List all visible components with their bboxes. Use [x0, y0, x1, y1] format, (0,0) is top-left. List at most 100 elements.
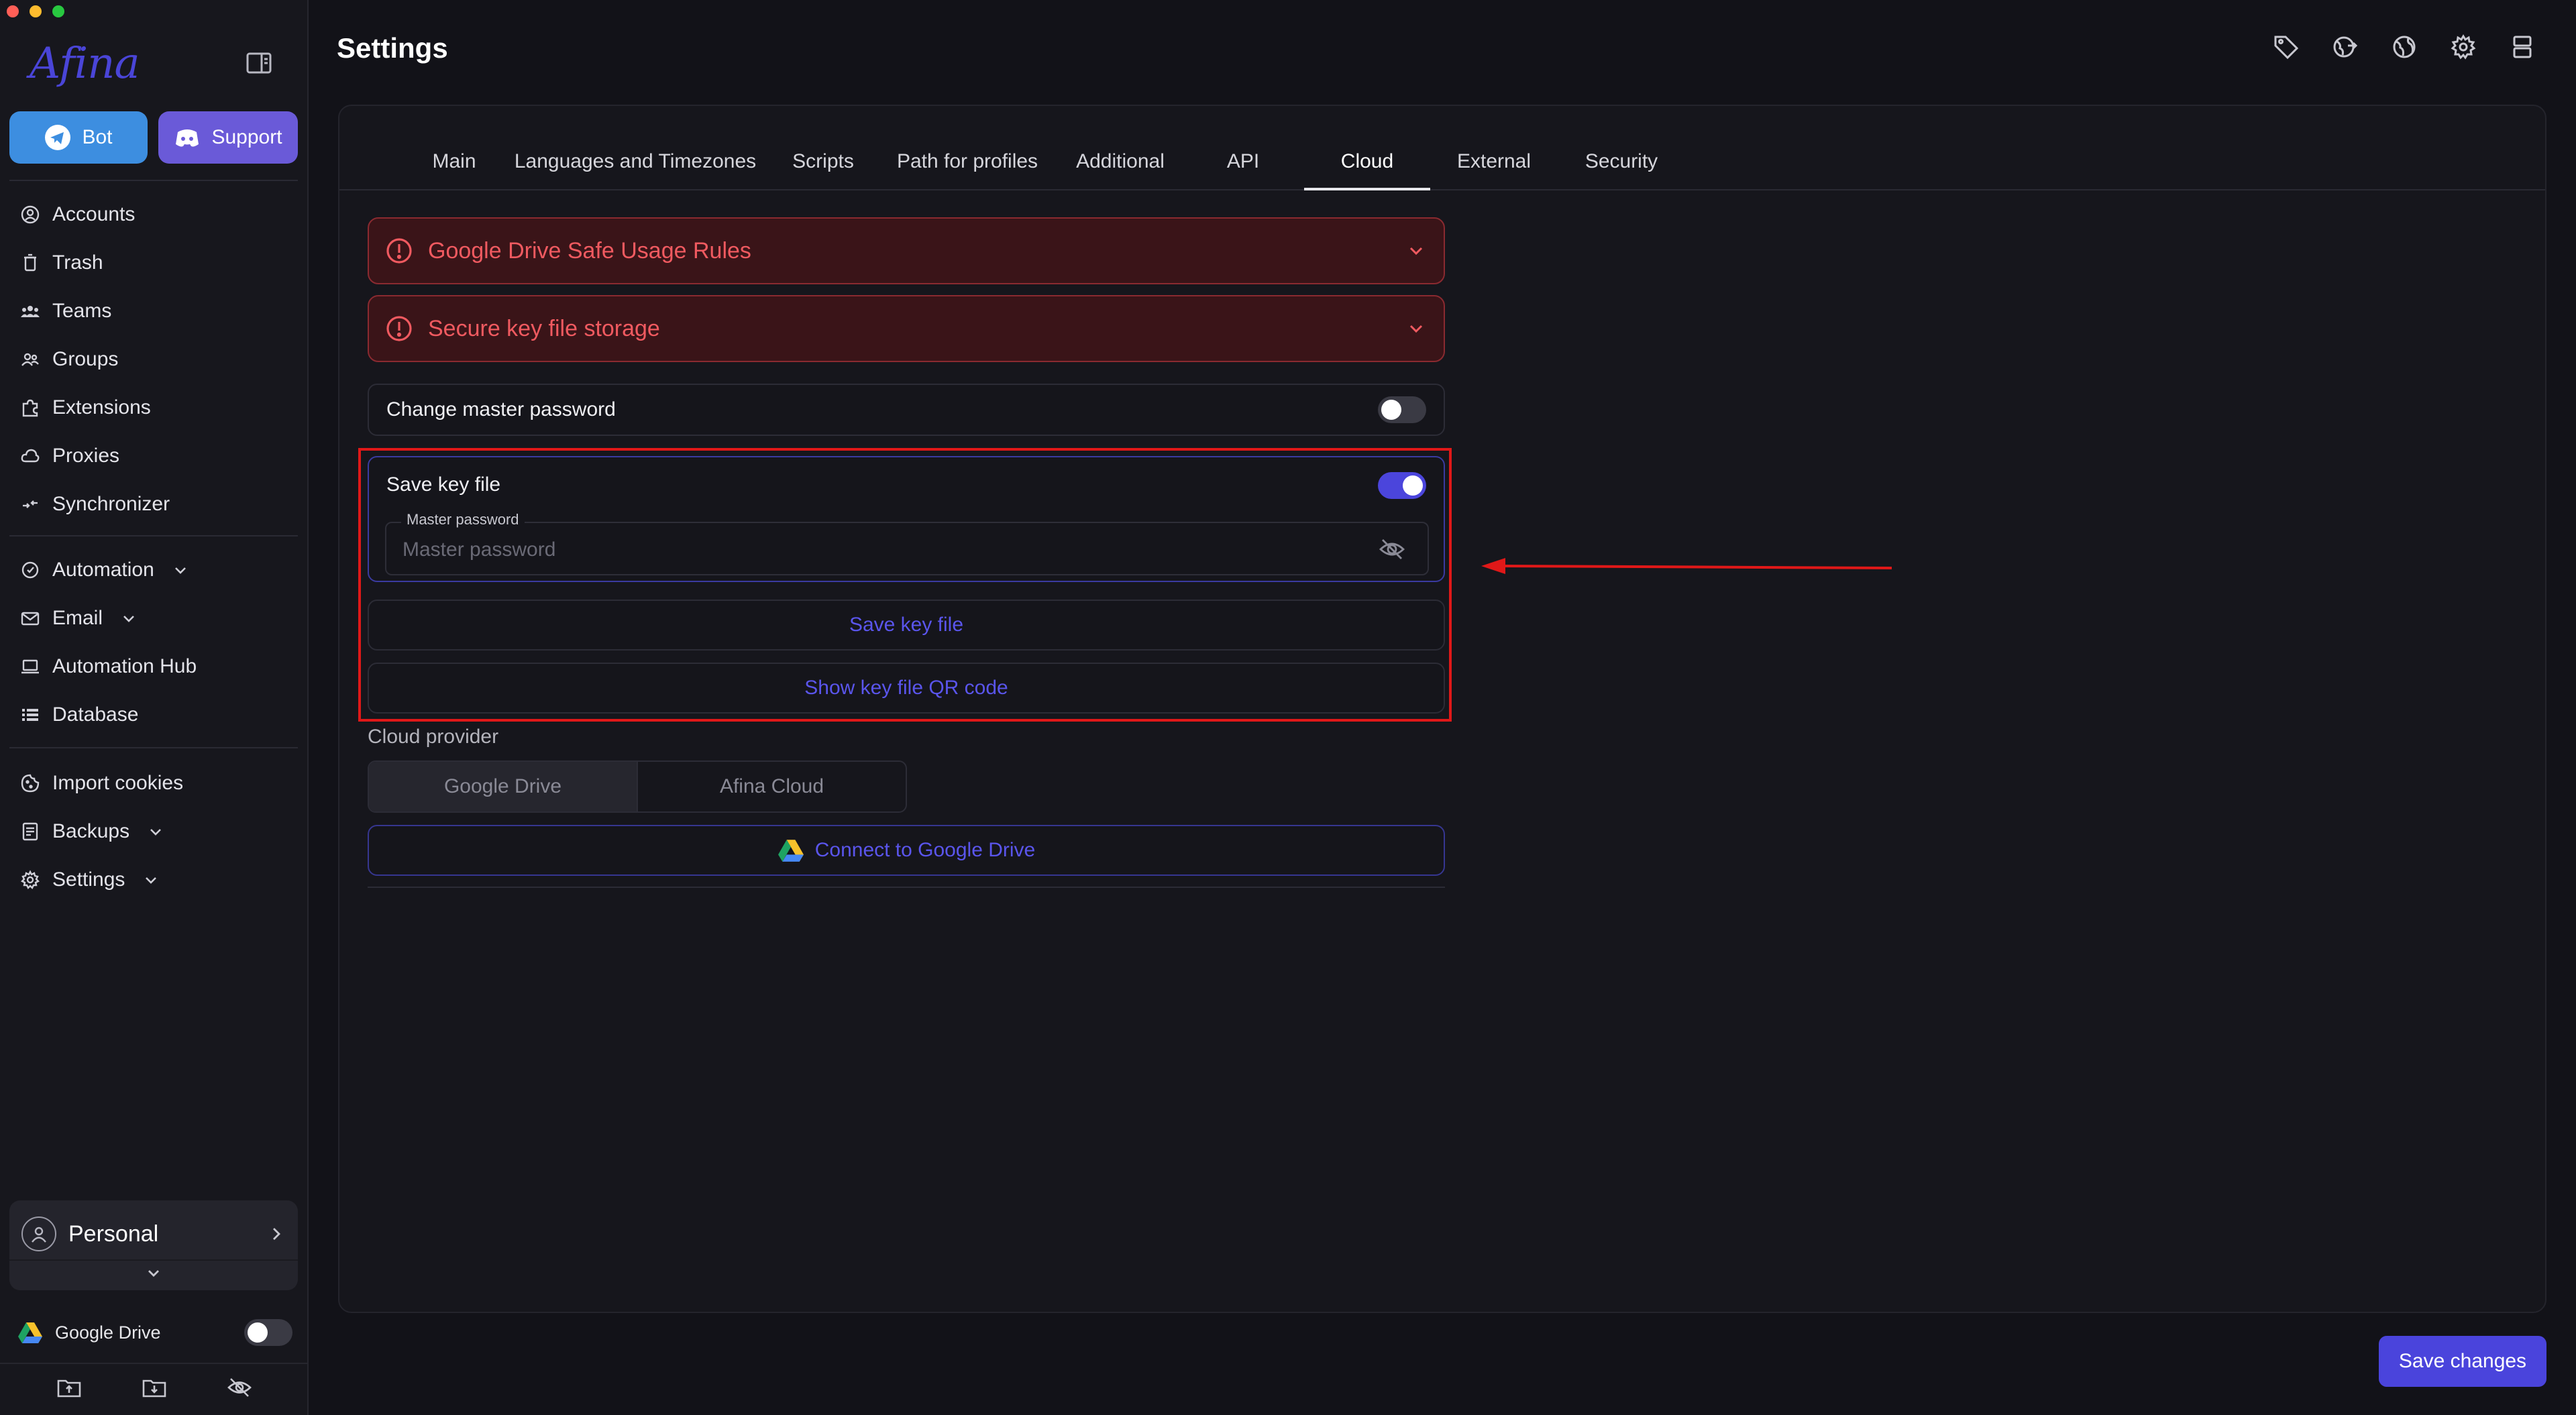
google-drive-icon	[18, 1322, 42, 1343]
cloud-provider-selector: Google Drive Afina Cloud	[368, 760, 907, 813]
sidebar-item-extensions[interactable]: Extensions	[20, 389, 151, 427]
backup-icon	[22, 822, 38, 841]
folder-upload-icon[interactable]	[56, 1375, 82, 1400]
bot-button-label: Bot	[82, 126, 113, 148]
provider-afina-cloud[interactable]: Afina Cloud	[637, 762, 906, 811]
sidebar-item-label: Groups	[52, 348, 119, 370]
connect-google-drive-label: Connect to Google Drive	[814, 839, 1036, 861]
app-logo: Afina	[30, 39, 140, 89]
cloud-icon	[21, 449, 40, 463]
sidebar-item-label: Teams	[52, 300, 112, 322]
support-button[interactable]: Support	[158, 111, 298, 164]
change-master-password-toggle[interactable]	[1378, 396, 1426, 423]
close-window-button[interactable]	[7, 5, 19, 17]
teams-icon	[21, 306, 40, 317]
chevron-down-icon	[123, 616, 134, 622]
google-drive-icon	[777, 840, 804, 862]
user-icon	[32, 1227, 46, 1243]
maximize-window-button[interactable]	[52, 5, 64, 17]
cloud-provider-label: Cloud provider	[368, 726, 499, 748]
sidebar-item-label: Backups	[52, 820, 130, 842]
sidebar-item-backups[interactable]: Backups	[20, 813, 166, 850]
alert-title: Google Drive Safe Usage Rules	[428, 237, 751, 264]
sidebar-item-synchronizer[interactable]: Synchronizer	[20, 486, 170, 523]
section-divider	[368, 887, 1445, 888]
sidebar-item-trash[interactable]: Trash	[20, 244, 103, 282]
eye-off-icon[interactable]	[227, 1375, 252, 1400]
minimize-window-button[interactable]	[30, 5, 42, 17]
cookie-icon	[21, 774, 40, 793]
google-drive-label: Google Drive	[55, 1322, 161, 1343]
puzzle-icon	[22, 399, 38, 417]
profile-row[interactable]: Personal	[21, 1214, 286, 1254]
sidebar-item-teams[interactable]: Teams	[20, 292, 111, 330]
folder-download-icon[interactable]	[142, 1375, 167, 1400]
sidebar-bottom-toolbar	[0, 1375, 309, 1404]
settings-tabs: Main Languages and Timezones Scripts Pat…	[339, 146, 2545, 190]
provider-google-drive[interactable]: Google Drive	[369, 762, 637, 811]
tab-external[interactable]: External	[1430, 146, 1558, 190]
trash-icon	[24, 253, 36, 272]
alert-secure-key-storage[interactable]: Secure key file storage	[368, 295, 1445, 362]
automation-icon	[21, 561, 39, 579]
tab-path-for-profiles[interactable]: Path for profiles	[880, 146, 1055, 190]
sidebar-item-label: Accounts	[52, 203, 136, 225]
chevron-down-icon	[1409, 325, 1423, 333]
tab-api[interactable]: API	[1186, 146, 1300, 190]
sidebar-item-email[interactable]: Email	[20, 600, 139, 637]
profile-name: Personal	[68, 1221, 159, 1247]
chevron-down-icon[interactable]	[144, 1263, 164, 1284]
chevron-down-icon	[146, 877, 157, 884]
tab-languages-timezones[interactable]: Languages and Timezones	[504, 146, 766, 190]
sidebar-item-settings[interactable]: Settings	[20, 861, 161, 899]
tab-scripts[interactable]: Scripts	[766, 146, 880, 190]
chevron-down-icon	[150, 829, 161, 836]
sidebar-item-accounts[interactable]: Accounts	[20, 196, 135, 233]
sidebar-item-label: Trash	[52, 251, 103, 274]
connect-google-drive-button[interactable]: Connect to Google Drive	[368, 825, 1445, 876]
tab-additional[interactable]: Additional	[1055, 146, 1186, 190]
sync-icon	[23, 500, 38, 508]
sidebar-item-import-cookies[interactable]: Import cookies	[20, 765, 183, 802]
alert-safe-usage-rules[interactable]: Google Drive Safe Usage Rules	[368, 217, 1445, 284]
sidebar-bottom-divider	[0, 1363, 309, 1364]
chevron-down-icon	[174, 567, 186, 574]
save-changes-button[interactable]: Save changes	[2379, 1336, 2546, 1387]
annotation-arrow-icon	[1481, 558, 1892, 574]
tag-icon[interactable]	[2273, 34, 2300, 60]
support-button-label: Support	[211, 126, 282, 148]
globe-sync-icon[interactable]	[2332, 34, 2359, 60]
alert-circle-icon	[386, 238, 412, 264]
sidebar-item-database[interactable]: Database	[20, 696, 138, 734]
profile-switcher[interactable]: Personal	[9, 1200, 298, 1290]
sidebar-divider	[9, 747, 298, 748]
discord-icon	[176, 129, 199, 147]
tab-main[interactable]: Main	[404, 146, 504, 190]
sidebar-item-groups[interactable]: Groups	[20, 341, 118, 378]
globe-icon[interactable]	[2391, 34, 2418, 60]
change-master-password-row: Change master password	[368, 384, 1445, 436]
window-controls	[7, 5, 64, 17]
sidebar-item-label: Database	[52, 703, 139, 726]
layout-icon[interactable]	[2509, 34, 2536, 60]
sidebar-collapse-icon[interactable]	[246, 51, 272, 75]
sidebar-item-automation[interactable]: Automation	[20, 551, 191, 589]
mail-icon	[21, 612, 40, 626]
gear-icon	[20, 870, 40, 890]
alert-circle-icon	[386, 316, 412, 341]
sidebar-item-label: Email	[52, 607, 103, 629]
bot-button[interactable]: Bot	[9, 111, 148, 164]
google-drive-toggle[interactable]	[244, 1319, 292, 1346]
list-icon	[22, 709, 38, 721]
profile-divider	[9, 1259, 298, 1261]
telegram-icon	[45, 125, 71, 150]
sidebar-item-label: Automation	[52, 559, 154, 581]
sidebar-item-proxies[interactable]: Proxies	[20, 437, 119, 475]
gear-icon[interactable]	[2450, 34, 2477, 60]
chevron-right-icon	[273, 1228, 280, 1240]
tab-cloud[interactable]: Cloud	[1304, 146, 1430, 190]
sidebar-item-label: Proxies	[52, 445, 120, 467]
tab-security[interactable]: Security	[1558, 146, 1685, 190]
sidebar-item-automation-hub[interactable]: Automation Hub	[20, 648, 197, 685]
sidebar-item-label: Automation Hub	[52, 655, 197, 677]
